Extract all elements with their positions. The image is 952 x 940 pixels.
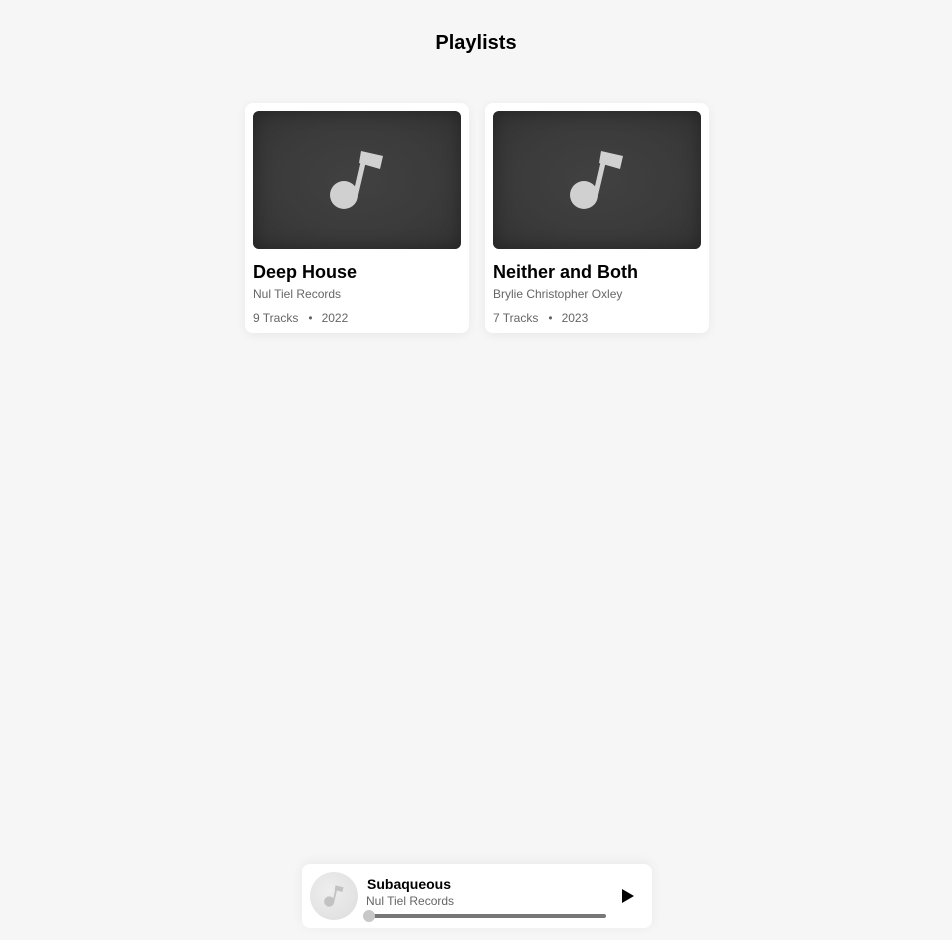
meta-separator: •	[548, 311, 553, 325]
play-icon	[622, 889, 634, 903]
playlists-page: Playlists Deep House Nul Tiel Records 9 …	[0, 0, 952, 940]
playlist-card-deep-house[interactable]: Deep House Nul Tiel Records 9 Tracks • 2…	[245, 103, 469, 333]
playlist-meta: 7 Tracks • 2023	[493, 311, 701, 326]
playlist-year: 2023	[561, 311, 589, 325]
playlist-year: 2022	[321, 311, 349, 325]
progress-bar[interactable]	[363, 910, 606, 922]
playlist-title: Neither and Both	[493, 262, 639, 282]
now-playing-title: Subaqueous	[367, 876, 452, 892]
play-button[interactable]	[618, 886, 638, 906]
music-note-icon	[324, 885, 344, 907]
playlist-card-neither-and-both[interactable]: Neither and Both Brylie Christopher Oxle…	[485, 103, 709, 333]
track-count: 9 Tracks	[253, 311, 299, 325]
playlist-cover	[493, 111, 701, 249]
playlist-grid: Deep House Nul Tiel Records 9 Tracks • 2…	[245, 103, 709, 333]
now-playing-art	[310, 872, 358, 920]
playlist-artist: Brylie Christopher Oxley	[493, 287, 623, 301]
progress-thumb[interactable]	[363, 910, 375, 922]
now-playing-artist: Nul Tiel Records	[366, 894, 455, 908]
track-count: 7 Tracks	[493, 311, 539, 325]
page-title: Playlists	[435, 32, 517, 54]
playlist-cover	[253, 111, 461, 249]
meta-separator: •	[308, 311, 313, 325]
music-note-icon	[570, 151, 623, 209]
playlist-meta: 9 Tracks • 2022	[253, 311, 461, 326]
playlist-title: Deep House	[253, 262, 358, 282]
music-note-icon	[330, 151, 383, 209]
playlist-artist: Nul Tiel Records	[253, 287, 342, 301]
mini-player: Subaqueous Nul Tiel Records	[302, 864, 652, 928]
